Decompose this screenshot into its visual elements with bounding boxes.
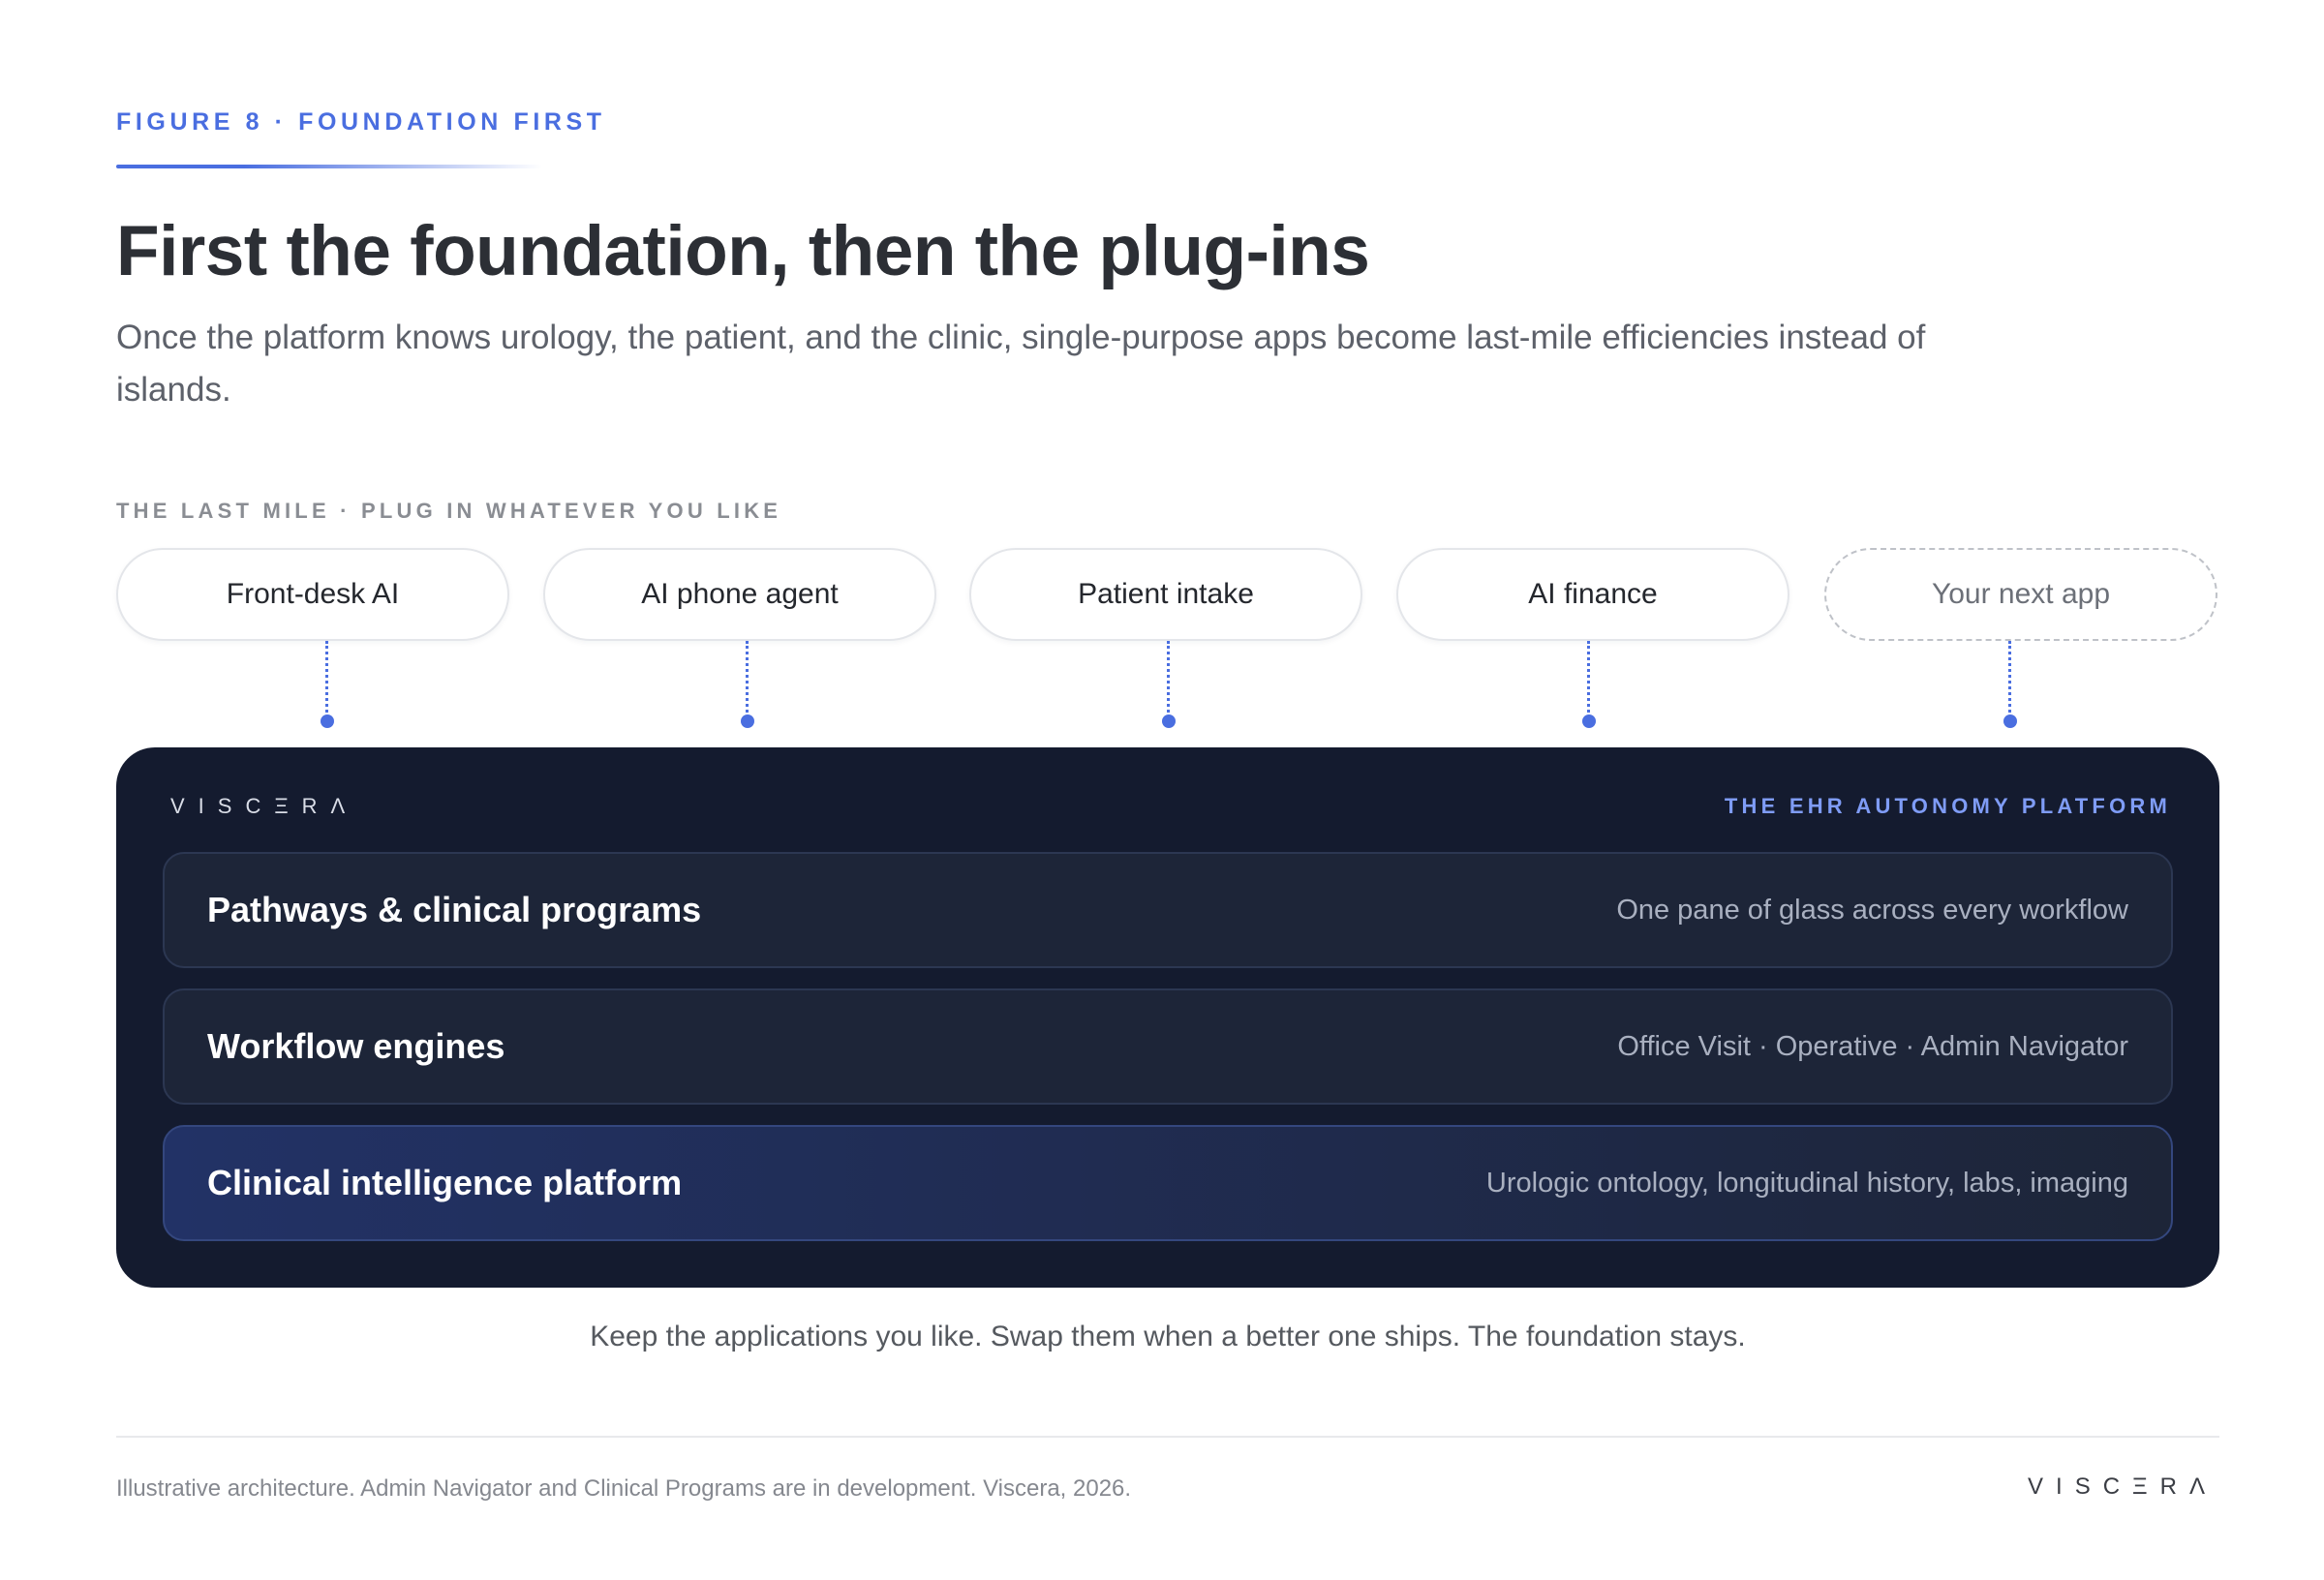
layer-name: Pathways & clinical programs: [207, 890, 702, 929]
connector-dot: [1162, 714, 1176, 728]
footer-note: Illustrative architecture. Admin Navigat…: [116, 1475, 1132, 1502]
layer-description: Urologic ontology, longitudinal history,…: [1485, 1167, 2128, 1199]
app-pill-patient-intake: Patient intake: [969, 548, 1362, 641]
figure-caption: Keep the applications you like. Swap the…: [590, 1321, 1746, 1352]
page-subtitle: Once the platform knows urology, the pat…: [116, 319, 1926, 409]
last-mile-label: THE LAST MILE · PLUG IN WHATEVER YOU LIK…: [116, 499, 782, 523]
footer-logo: VISCΞRΛ: [2028, 1474, 2217, 1500]
connector-line: [325, 641, 328, 718]
connector-dot: [1582, 714, 1596, 728]
page-title: First the foundation, then the plug-ins: [116, 212, 1370, 290]
connector-line: [1167, 641, 1170, 718]
platform-panel: VISCΞRΛ THE EHR AUTONOMY PLATFORM Pathwa…: [116, 747, 2219, 1288]
platform-logo: VISCΞRΛ: [170, 794, 359, 818]
eyebrow-underline: [116, 165, 542, 168]
layer-name: Clinical intelligence platform: [207, 1163, 683, 1202]
layer-description: One pane of glass across every workflow: [1616, 894, 2128, 926]
connector-dot: [321, 714, 334, 728]
layer-name: Workflow engines: [207, 1026, 505, 1066]
connector-dot: [2003, 714, 2017, 728]
app-pill-front-desk-ai: Front-desk AI: [116, 548, 509, 641]
figure-page: FIGURE 8 · FOUNDATION FIRST First the fo…: [0, 0, 2324, 1580]
connector-dot: [741, 714, 754, 728]
connector-line: [746, 641, 749, 718]
layer-workflow-engines: Workflow engines Office Visit · Operativ…: [163, 988, 2173, 1105]
platform-tag: THE EHR AUTONOMY PLATFORM: [1724, 794, 2171, 818]
layer-description: Office Visit · Operative · Admin Navigat…: [1617, 1030, 2128, 1062]
app-pill-ai-finance: AI finance: [1396, 548, 1789, 641]
footer-divider: [116, 1436, 2219, 1438]
connector-line: [2008, 641, 2011, 718]
figure-eyebrow: FIGURE 8 · FOUNDATION FIRST: [116, 108, 606, 136]
layer-pathways: Pathways & clinical programs One pane of…: [163, 852, 2173, 968]
layer-clinical-intelligence: Clinical intelligence platform Urologic …: [163, 1125, 2173, 1241]
app-pill-ai-phone-agent: AI phone agent: [543, 548, 936, 641]
app-pill-your-next-app: Your next app: [1824, 548, 2217, 641]
connector-line: [1587, 641, 1590, 718]
